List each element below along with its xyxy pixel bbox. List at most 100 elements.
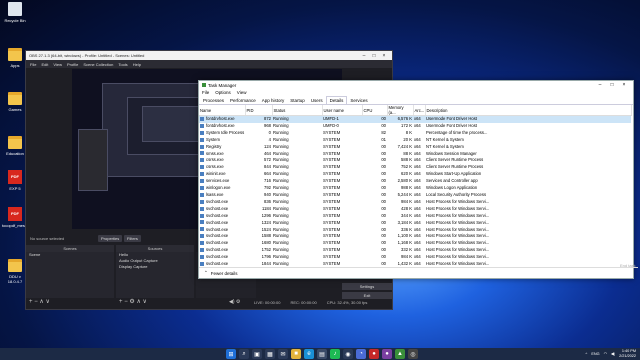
table-row[interactable]: lsass.exe 940 Running SYSTEM 00 5,244 Kx64 Loc… (199, 192, 631, 199)
column-header-status[interactable]: Status (272, 105, 323, 116)
minimize-icon[interactable]: – (594, 82, 606, 88)
close-icon[interactable]: × (618, 82, 630, 88)
cell-pid: 792 (245, 185, 272, 192)
column-header-description[interactable]: Description (425, 105, 632, 116)
table-row[interactable]: svchost.exe 1296 Running SYSTEM 00 344 Kx64 Ho… (199, 213, 631, 220)
tab-services[interactable]: Services (347, 97, 370, 104)
table-row[interactable]: svchost.exe 1184 Running SYSTEM 00 428 Kx64 Ho… (199, 206, 631, 213)
table-row[interactable]: services.exe 716 Running SYSTEM 00 2,580 Kx64… (199, 178, 631, 185)
table-row[interactable]: System 4 Running SYSTEM 01 20 Kx64 NT Kernel &… (199, 137, 631, 144)
column-header-cpu[interactable]: CPU (362, 105, 388, 116)
add-icon[interactable]: + (119, 299, 123, 305)
table-row[interactable]: svchost.exe 1324 Running SYSTEM 00 3,184 Kx64… (199, 220, 631, 227)
volume-icon[interactable]: ◀) (611, 351, 615, 356)
source-item[interactable]: Display Capture (116, 264, 194, 270)
menu-tools[interactable]: Tools (118, 62, 127, 67)
discord-icon[interactable]: ◔ (356, 349, 366, 359)
table-row[interactable]: csrss.exe 572 Running SYSTEM 00 588 Kx64 Clien… (199, 157, 631, 164)
table-row[interactable]: svchost.exe 1524 Running SYSTEM 00 336 Kx64 Ho… (199, 227, 631, 234)
table-row[interactable]: fontdrvhost.exe 872 Running UMFD-1 00 6,576 K… (199, 115, 631, 123)
table-row[interactable]: svchost.exe 836 Running SYSTEM 00 984 Kx64 Hos… (199, 199, 631, 206)
column-header-name[interactable]: Name (199, 105, 246, 116)
cell-arch-text: x64 (414, 150, 421, 156)
chevron-up-icon[interactable]: ⌃ (204, 270, 208, 276)
volume-icon[interactable]: ◀) (229, 299, 235, 305)
menu-view[interactable]: View (53, 62, 62, 67)
table-row[interactable]: fontdrvhost.exe 968 Running UMFD-0 00 172 Kx6… (199, 123, 631, 130)
store-icon[interactable]: ▤ (317, 349, 327, 359)
cell-status-text: Running (273, 150, 289, 156)
process-icon (200, 123, 204, 128)
table-row[interactable]: wininit.exe 664 Running SYSTEM 00 620 Kx64 Win… (199, 171, 631, 178)
file-explorer-icon[interactable]: ■ (291, 349, 301, 359)
obs-taskbar-icon[interactable]: ◎ (408, 349, 418, 359)
chat-icon[interactable]: ✉ (278, 349, 288, 359)
column-header-user[interactable]: User name (322, 105, 363, 116)
filters-button[interactable]: Filters (124, 235, 141, 242)
table-row[interactable]: csrss.exe 844 Running SYSTEM 00 752 Kx64 Clien… (199, 164, 631, 171)
app-icon-purple[interactable]: ● (382, 349, 392, 359)
remove-icon[interactable]: − (124, 299, 128, 305)
cell-memory-text: 1,168 K (397, 240, 412, 246)
down-icon[interactable]: ∨ (45, 299, 49, 305)
language-indicator[interactable]: ENG (591, 352, 599, 356)
chevron-up-icon[interactable]: ^ (586, 352, 588, 356)
spotify-icon[interactable]: ♪ (330, 349, 340, 359)
search-icon[interactable]: ⌕ (239, 349, 249, 359)
menu-profile[interactable]: Profile (67, 62, 78, 67)
gear-icon[interactable]: ⚙ (129, 299, 134, 305)
menu-view[interactable]: View (237, 90, 247, 95)
end-task-button[interactable]: End task (620, 263, 636, 268)
edge-icon[interactable]: e (304, 349, 314, 359)
table-row[interactable]: svchost.exe 1752 Running SYSTEM 00 332 Kx64 Ho… (199, 247, 631, 254)
up-icon[interactable]: ∧ (39, 299, 43, 305)
start-icon[interactable]: ⊞ (226, 349, 236, 359)
cell-name: csrss.exe (199, 164, 245, 171)
maximize-icon[interactable]: □ (606, 82, 618, 88)
tab-performance[interactable]: Performance (227, 97, 259, 104)
steam-icon[interactable]: ◉ (343, 349, 353, 359)
settings-button[interactable]: Settings (342, 283, 392, 290)
scene-item[interactable]: Scene (26, 252, 114, 258)
menu-file[interactable]: File (202, 90, 209, 95)
tab-app-history[interactable]: App history (259, 97, 288, 104)
tab-users[interactable]: Users (308, 97, 326, 104)
table-row[interactable]: smss.exe 464 Running SYSTEM 00 88 Kx64 Windows… (199, 151, 631, 158)
gear-icon[interactable]: ⚙ (236, 299, 240, 305)
table-row[interactable]: winlogon.exe 792 Running SYSTEM 00 988 Kx64 Wi… (199, 185, 631, 192)
task-view-icon[interactable]: ▣ (252, 349, 262, 359)
column-header-pid[interactable]: PID (245, 105, 273, 116)
remove-icon[interactable]: − (34, 299, 38, 305)
table-row[interactable]: svchost.exe 1680 Running SYSTEM 00 1,168 Kx64… (199, 240, 631, 247)
tab-details[interactable]: Details (325, 96, 348, 104)
close-icon[interactable]: × (379, 53, 389, 59)
task-manager-taskbar-icon[interactable]: ▲ (395, 349, 405, 359)
menu-options[interactable]: Options (215, 90, 231, 95)
menu-file[interactable]: File (30, 62, 36, 67)
minimize-icon[interactable]: – (359, 53, 369, 59)
wifi-icon[interactable]: ◠ (604, 351, 607, 356)
clock[interactable]: 1:40 PM 2/21/2022 (619, 349, 636, 358)
widgets-icon[interactable]: ▦ (265, 349, 275, 359)
tab-processes[interactable]: Processes (200, 97, 227, 104)
up-icon[interactable]: ∧ (136, 299, 140, 305)
table-row[interactable]: Registry 124 Running SYSTEM 00 7,424 Kx64 NT K… (199, 144, 631, 151)
column-header-memory[interactable]: Memory (a... (387, 105, 414, 116)
table-row[interactable]: svchost.exe 1796 Running SYSTEM 00 984 Kx64 Ho… (199, 254, 631, 261)
app-icon-red[interactable]: ● (369, 349, 379, 359)
desktop-icon-recycle-bin[interactable]: Recycle Bin (2, 2, 28, 23)
table-row[interactable]: System Idle Process 0 Running SYSTEM 82 8 K Pe… (199, 130, 631, 137)
tab-startup[interactable]: Startup (287, 97, 308, 104)
menu-scene-collection[interactable]: Scene Collection (83, 62, 113, 67)
maximize-icon[interactable]: □ (369, 53, 379, 59)
fewer-details-link[interactable]: Fewer details (211, 271, 238, 276)
cell-arch-text: x64 (414, 116, 421, 121)
column-header-arch[interactable]: Arc... (413, 105, 426, 116)
menu-help[interactable]: Help (133, 62, 141, 67)
table-row[interactable]: svchost.exe 1588 Running SYSTEM 00 1,100 Kx64… (199, 233, 631, 240)
down-icon[interactable]: ∨ (143, 299, 147, 305)
add-icon[interactable]: + (29, 299, 33, 305)
menu-edit[interactable]: Edit (41, 62, 48, 67)
properties-button[interactable]: Properties (98, 235, 123, 242)
exit-button[interactable]: Exit (342, 292, 392, 299)
